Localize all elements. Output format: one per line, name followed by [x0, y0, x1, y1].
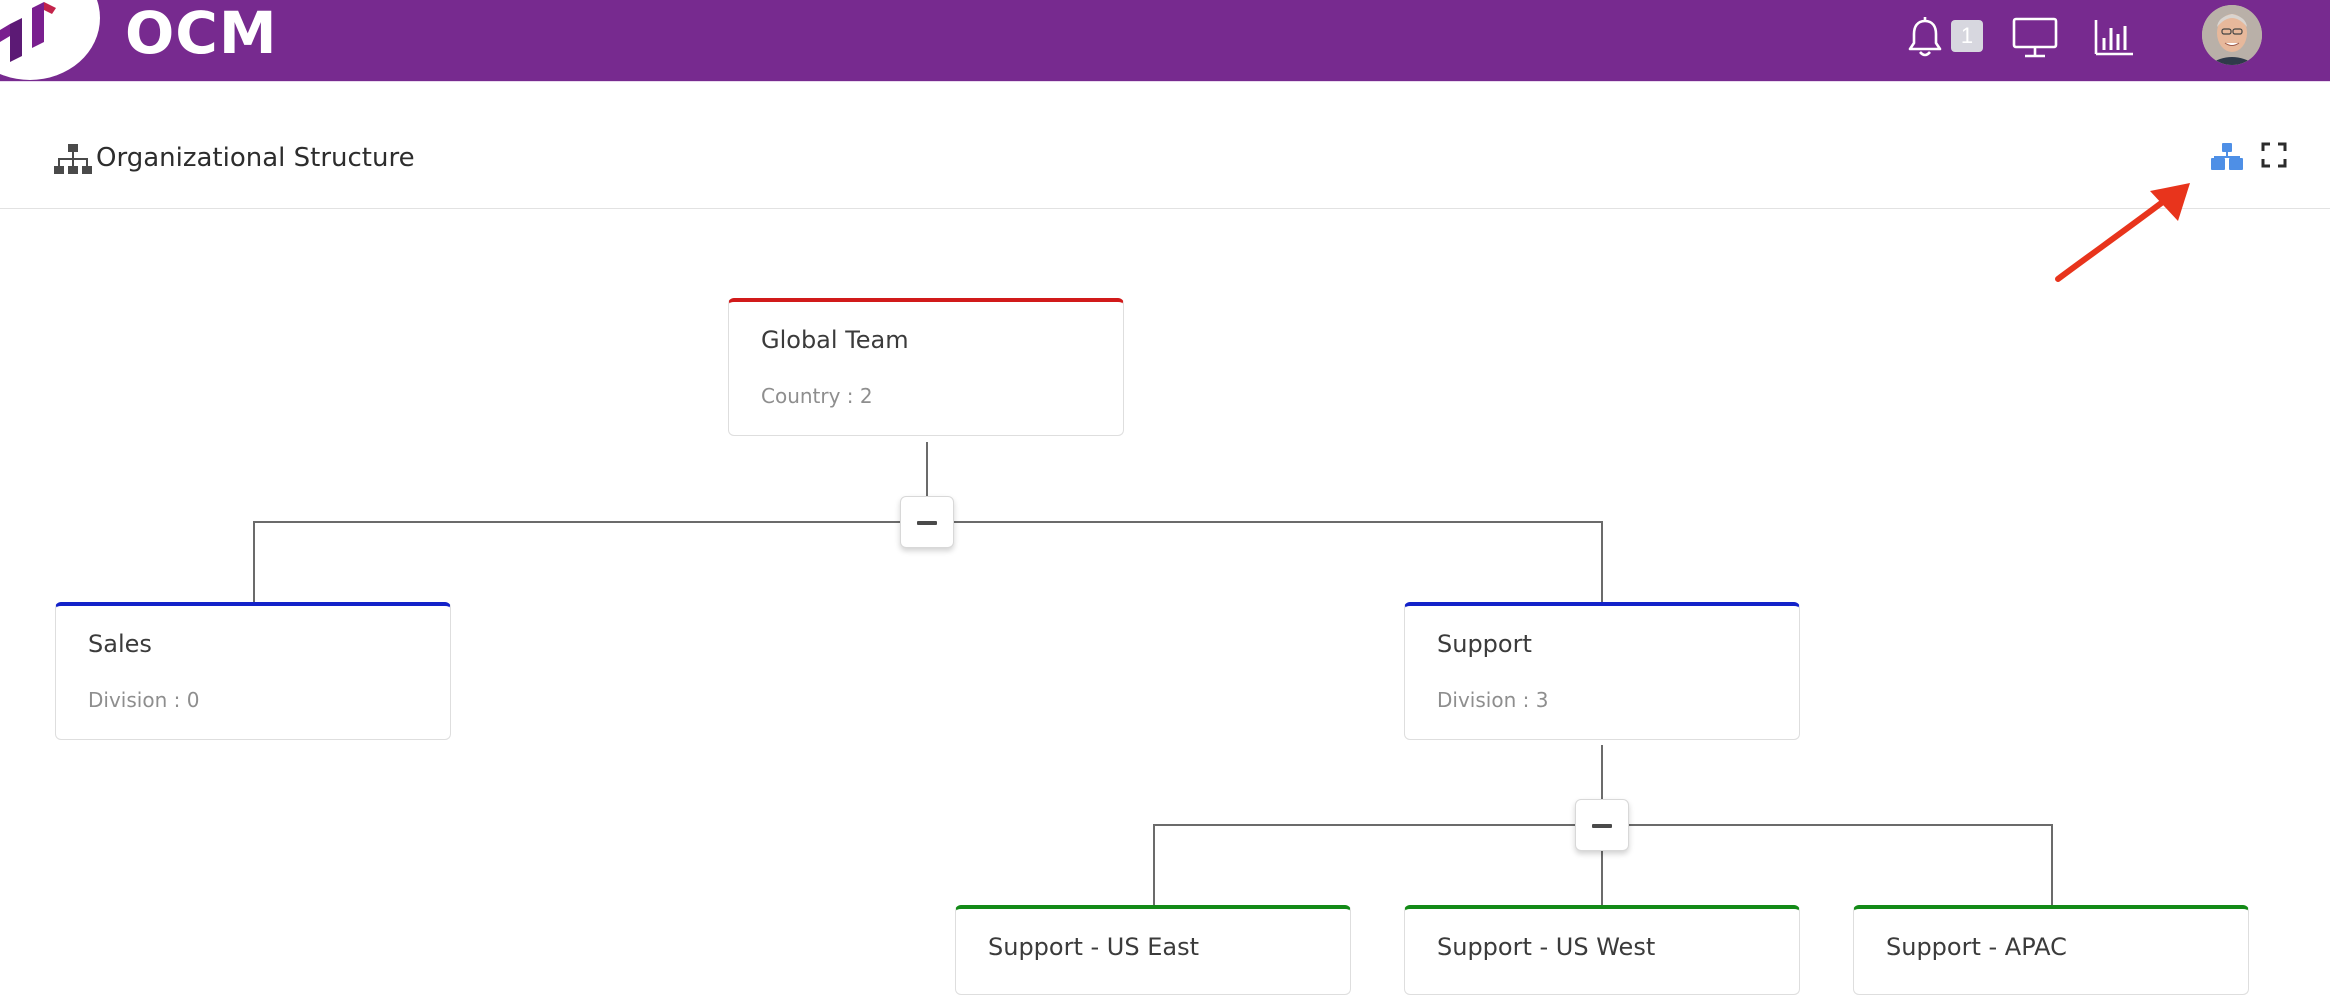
node-title: Sales — [88, 630, 152, 658]
org-node-root[interactable]: Global Team Country : 2 — [728, 298, 1124, 436]
connector-line — [926, 442, 928, 502]
node-subtitle: Division : 0 — [88, 688, 200, 712]
org-node-subdivision[interactable]: Support - US East — [955, 905, 1351, 995]
connector-line — [1153, 824, 1155, 910]
connector-line — [253, 521, 255, 607]
panel-header: Organizational Structure — [0, 82, 2330, 209]
node-title: Support — [1437, 630, 1532, 658]
connector-line — [1601, 845, 1603, 910]
collapse-button[interactable] — [1575, 799, 1629, 851]
bell-icon[interactable] — [1905, 16, 1945, 60]
node-title: Support - APAC — [1886, 933, 2067, 961]
collapse-button[interactable] — [900, 496, 954, 548]
node-subtitle: Division : 3 — [1437, 688, 1549, 712]
org-chart-icon[interactable] — [2210, 142, 2244, 172]
notification-count-badge[interactable]: 1 — [1951, 20, 1983, 52]
sitemap-icon — [54, 142, 92, 176]
connector-line — [1601, 745, 1603, 805]
connector-line — [2051, 824, 2053, 910]
user-avatar[interactable] — [2202, 5, 2262, 65]
node-title: Global Team — [761, 326, 909, 354]
org-node-division[interactable]: Support Division : 3 — [1404, 602, 1800, 740]
top-navigation-bar: OCM 1 — [0, 0, 2330, 81]
org-node-subdivision[interactable]: Support - US West — [1404, 905, 1800, 995]
app-brand-name: OCM — [125, 0, 278, 67]
node-subtitle: Country : 2 — [761, 384, 873, 408]
org-node-subdivision[interactable]: Support - APAC — [1853, 905, 2249, 995]
monitor-icon[interactable] — [2012, 16, 2058, 60]
logo-mark-icon — [0, 2, 56, 62]
org-node-division[interactable]: Sales Division : 0 — [55, 602, 451, 740]
org-chart-canvas: Global Team Country : 2 Sales Division :… — [0, 209, 2330, 995]
node-title: Support - US West — [1437, 933, 1656, 961]
connector-line — [1601, 521, 1603, 607]
brand-logo[interactable] — [0, 0, 100, 80]
node-title: Support - US East — [988, 933, 1200, 961]
fullscreen-icon[interactable] — [2261, 142, 2287, 168]
bar-chart-icon[interactable] — [2093, 18, 2135, 58]
page-title: Organizational Structure — [96, 143, 415, 173]
